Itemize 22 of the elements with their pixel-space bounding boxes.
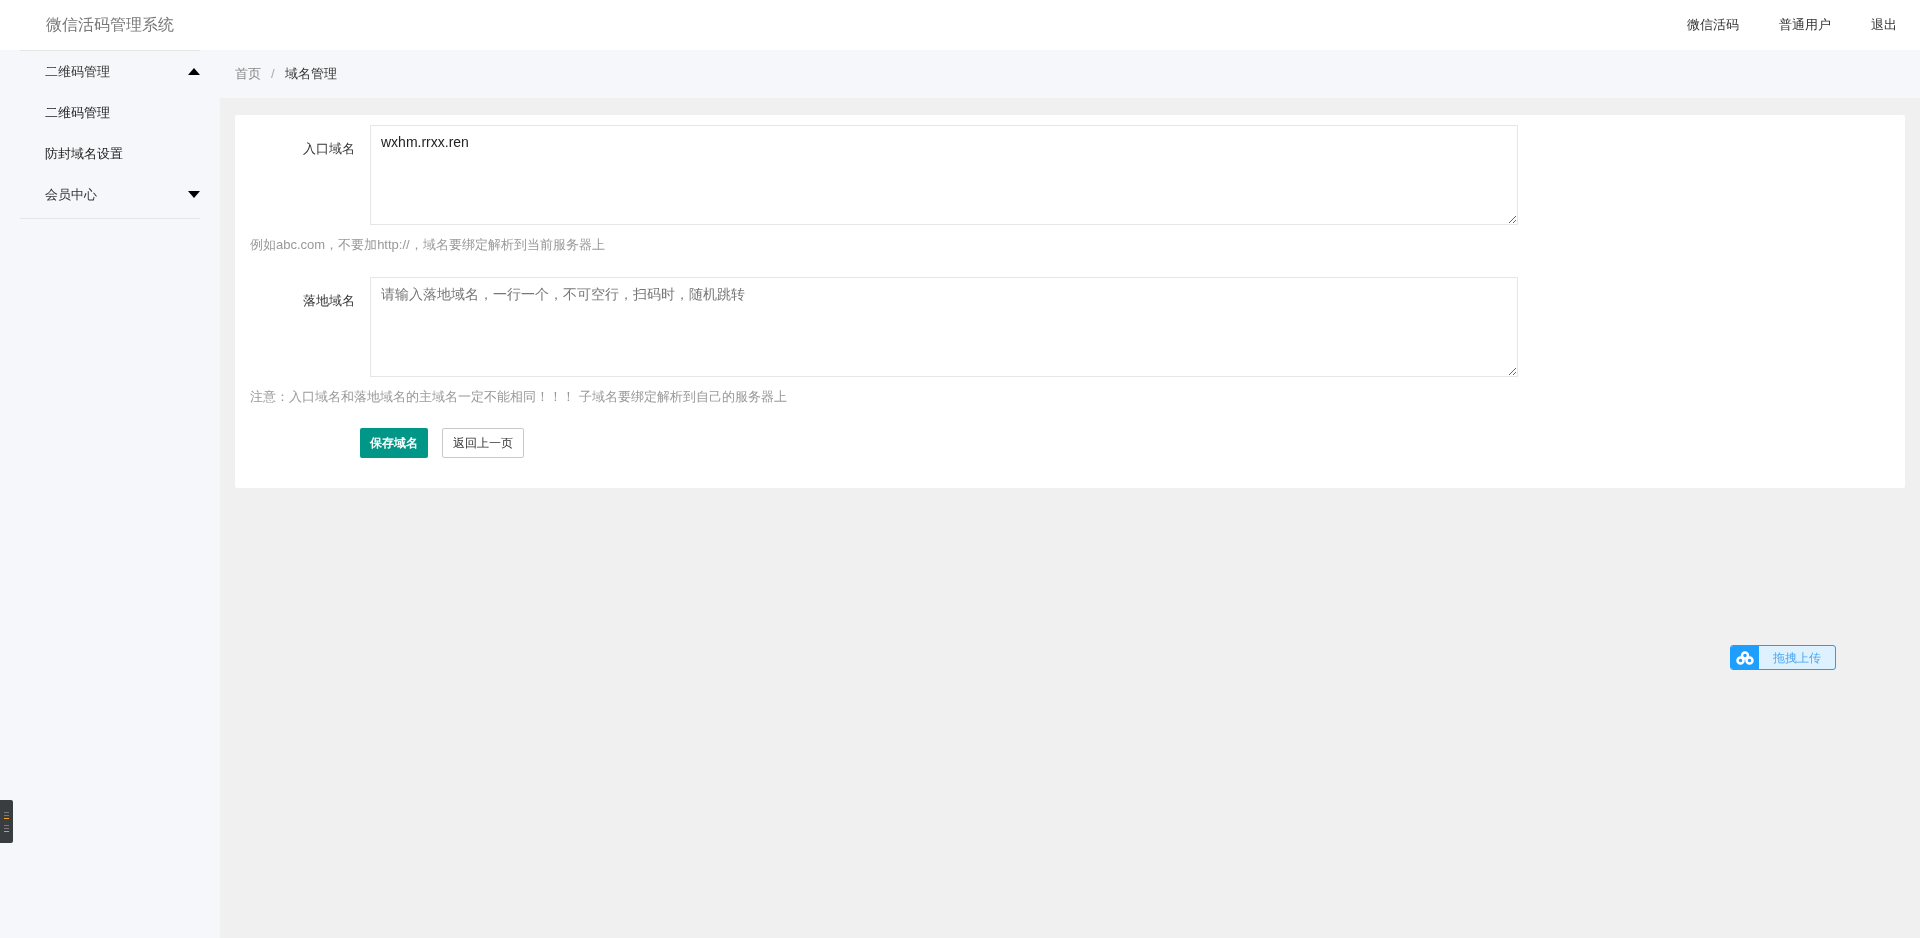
input-field[interactable]: wxhm.rrxx.ren [370,125,1518,225]
nav-link[interactable]: 微信活码 [1687,15,1739,35]
sidebar-item[interactable]: 防封域名设置 [20,133,200,174]
input-field[interactable]: 请输入落地域名，一行一个，不可空行，扫码时，随机跳转 [370,276,1518,377]
nav-link[interactable]: 退出 [1871,15,1897,35]
caret-up-icon [188,68,200,75]
breadcrumb-separator: / [271,65,275,84]
sidebar-group[interactable]: 二维码管理 [20,51,200,92]
app-title: 微信活码管理系统 [46,15,174,35]
side-handle-icon[interactable] [0,800,13,843]
field-hint: 例如abc.com，不要加http://，域名要绑定解析到当前服务器上 [249,236,606,254]
field-label: 入口域名 [302,140,356,158]
caret-down-icon [188,191,200,198]
sidebar-group[interactable]: 会员中心 [20,174,200,215]
back-button[interactable]: 返回上一页 [442,428,524,458]
nav-link[interactable]: 普通用户 [1779,15,1831,35]
sidebar-item[interactable]: 二维码管理 [20,92,200,133]
save-button[interactable]: 保存域名 [360,428,428,458]
breadcrumb-link[interactable]: 域名管理 [284,64,337,84]
breadcrumb-link[interactable]: 首页 [235,64,261,84]
field-label: 落地域名 [302,291,356,310]
cloud-icon [1736,650,1754,665]
